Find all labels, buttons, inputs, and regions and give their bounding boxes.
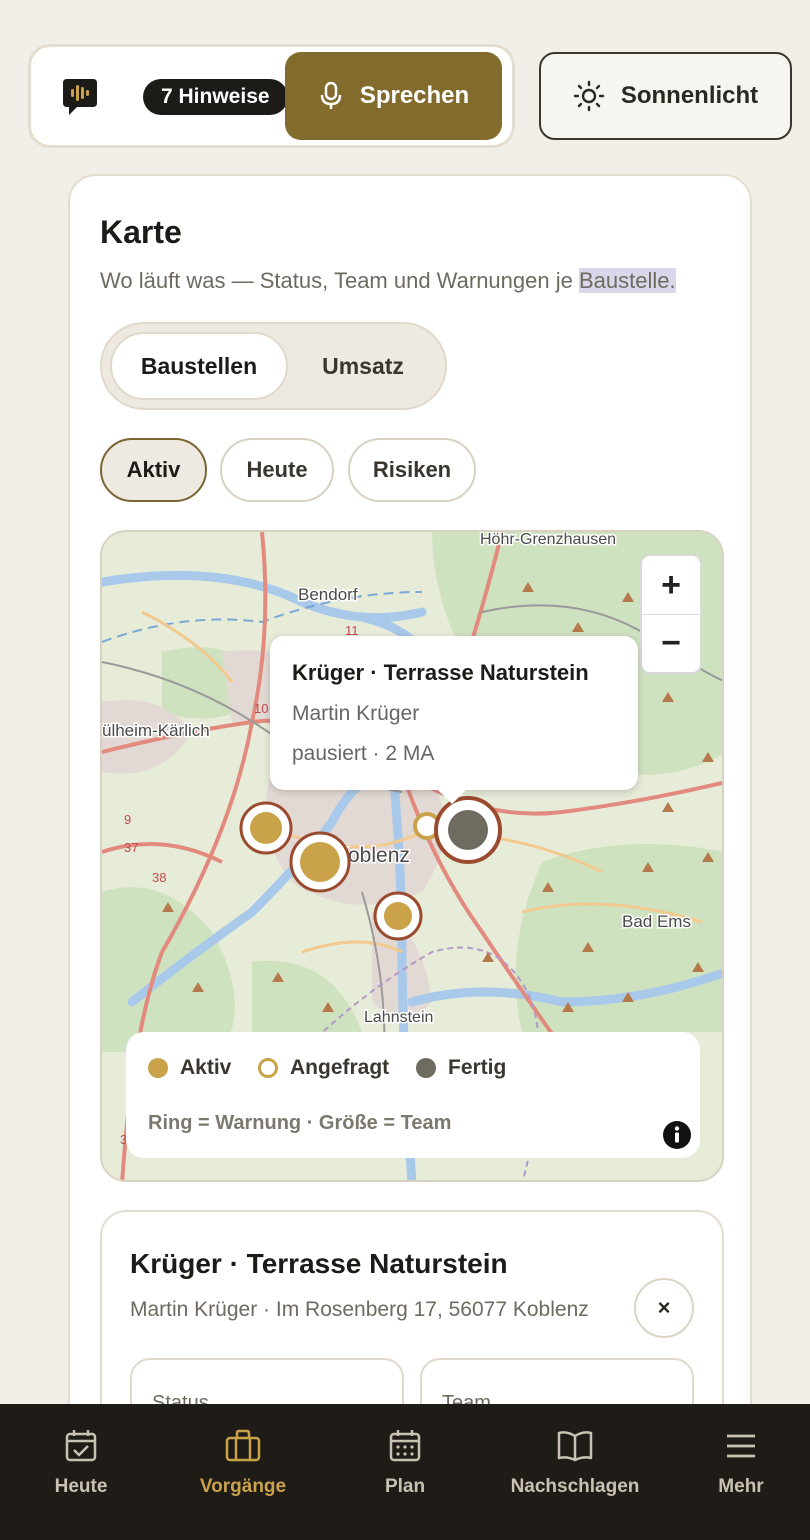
segment-baustellen[interactable]: Baustellen	[110, 332, 288, 400]
nav-label: Heute	[54, 1476, 108, 1497]
sunlight-mode-button[interactable]: Sonnenlicht	[539, 52, 792, 140]
marker-aktiv-2[interactable]	[289, 831, 351, 893]
map-road-number: 37	[124, 840, 138, 855]
card-subtitle: Wo läuft was — Status, Team und Warnunge…	[100, 268, 676, 294]
map-road-number: 10	[254, 701, 268, 716]
legend-label: Aktiv	[180, 1056, 232, 1079]
popup-owner: Martin Krüger	[292, 702, 420, 725]
map-label-lahnstein: Lahnstein	[364, 1009, 433, 1026]
popup-title: Krüger · Terrasse Naturstein	[292, 660, 589, 685]
card-subtitle-text: Wo läuft was — Status, Team und Warnunge…	[100, 268, 579, 293]
zoom-control: + −	[640, 554, 702, 674]
map-label-bendorf: Bendorf	[298, 585, 358, 604]
speak-button[interactable]: Sprechen	[285, 52, 502, 140]
view-segmented-control: Baustellen Umsatz	[100, 322, 447, 410]
close-icon: ×	[657, 1295, 671, 1320]
zoom-out-button[interactable]: −	[642, 614, 700, 672]
map-label-muelheim-kaerlich: ülheim-Kärlich	[102, 721, 210, 740]
voice-control-pill: 7 Hinweise Sprechen	[28, 44, 515, 148]
hints-badge[interactable]: 7 Hinweise	[143, 79, 288, 115]
zoom-in-button[interactable]: +	[642, 556, 700, 614]
filter-chip-heute[interactable]: Heute	[220, 438, 334, 502]
marker-aktiv-3[interactable]	[373, 891, 423, 941]
filter-chip-aktiv[interactable]: Aktiv	[100, 438, 207, 502]
book-icon	[557, 1431, 593, 1462]
legend-label: Angefragt	[290, 1056, 390, 1079]
info-icon[interactable]	[662, 1120, 692, 1150]
nav-label: Nachschlagen	[510, 1476, 640, 1497]
nav-item-plan[interactable]: Plan	[324, 1426, 486, 1526]
card-subtitle-highlight: Baustelle.	[578, 268, 676, 293]
legend-item-angefragt: Angefragt	[258, 1056, 389, 1080]
microphone-icon	[320, 81, 342, 109]
nav-item-vorgaenge[interactable]: Vorgänge	[162, 1426, 324, 1526]
map-legend: Aktiv Angefragt Fertig Ring = Warnung · …	[126, 1032, 700, 1158]
legend-note: Ring = Warnung · Größe = Team	[148, 1112, 452, 1134]
voice-assistant-logo-icon[interactable]	[61, 77, 99, 117]
map-label-hoehr-grenzhausen: Höhr-Grenzhausen	[480, 532, 616, 548]
site-map[interactable]: 11 10 9 37 38 39 Höhr-Grenzhausen Bendor…	[100, 530, 724, 1182]
card-title: Karte	[100, 214, 182, 250]
calendar-check-icon	[65, 1430, 97, 1462]
marker-popup: Krüger · Terrasse Naturstein Martin Krüg…	[270, 636, 638, 804]
grey-dot-icon	[416, 1058, 436, 1078]
filled-dot-icon	[148, 1058, 168, 1078]
map-card: Karte Wo läuft was — Status, Team und Wa…	[68, 174, 752, 1510]
filter-chip-risiken[interactable]: Risiken	[348, 438, 476, 502]
map-label-bad-ems: Bad Ems	[622, 912, 691, 931]
bottom-navigation: Heute Vorgänge Plan Nachschlagen Mehr	[0, 1404, 810, 1540]
nav-item-nachschlagen[interactable]: Nachschlagen	[494, 1426, 656, 1526]
popup-status: pausiert · 2 MA	[292, 742, 435, 765]
sunlight-label: Sonnenlicht	[620, 82, 759, 109]
menu-icon	[727, 1434, 755, 1458]
marker-aktiv-1[interactable]	[239, 801, 293, 855]
nav-item-mehr[interactable]: Mehr	[660, 1426, 810, 1526]
map-road-number: 38	[152, 870, 166, 885]
detail-subtitle: Martin Krüger · Im Rosenberg 17, 56077 K…	[130, 1298, 589, 1321]
close-detail-button[interactable]: ×	[634, 1278, 694, 1338]
calendar-grid-icon	[389, 1430, 421, 1462]
nav-label: Vorgänge	[199, 1476, 287, 1497]
sun-icon	[573, 80, 605, 112]
nav-label: Plan	[384, 1476, 426, 1497]
detail-title: Krüger · Terrasse Naturstein	[130, 1248, 508, 1279]
segment-umsatz[interactable]: Umsatz	[288, 332, 438, 400]
map-road-number: 9	[124, 812, 131, 827]
nav-label: Mehr	[718, 1476, 764, 1497]
legend-item-fertig: Fertig	[416, 1056, 506, 1080]
ring-dot-icon	[258, 1058, 278, 1078]
legend-item-aktiv: Aktiv	[148, 1056, 231, 1080]
top-bar: 7 Hinweise Sprechen Sonnenlicht	[0, 0, 810, 160]
briefcase-icon	[225, 1429, 261, 1462]
nav-item-heute[interactable]: Heute	[0, 1426, 162, 1526]
legend-label: Fertig	[448, 1056, 507, 1079]
speak-label: Sprechen	[359, 82, 470, 109]
marker-fertig-selected[interactable]	[434, 796, 502, 864]
